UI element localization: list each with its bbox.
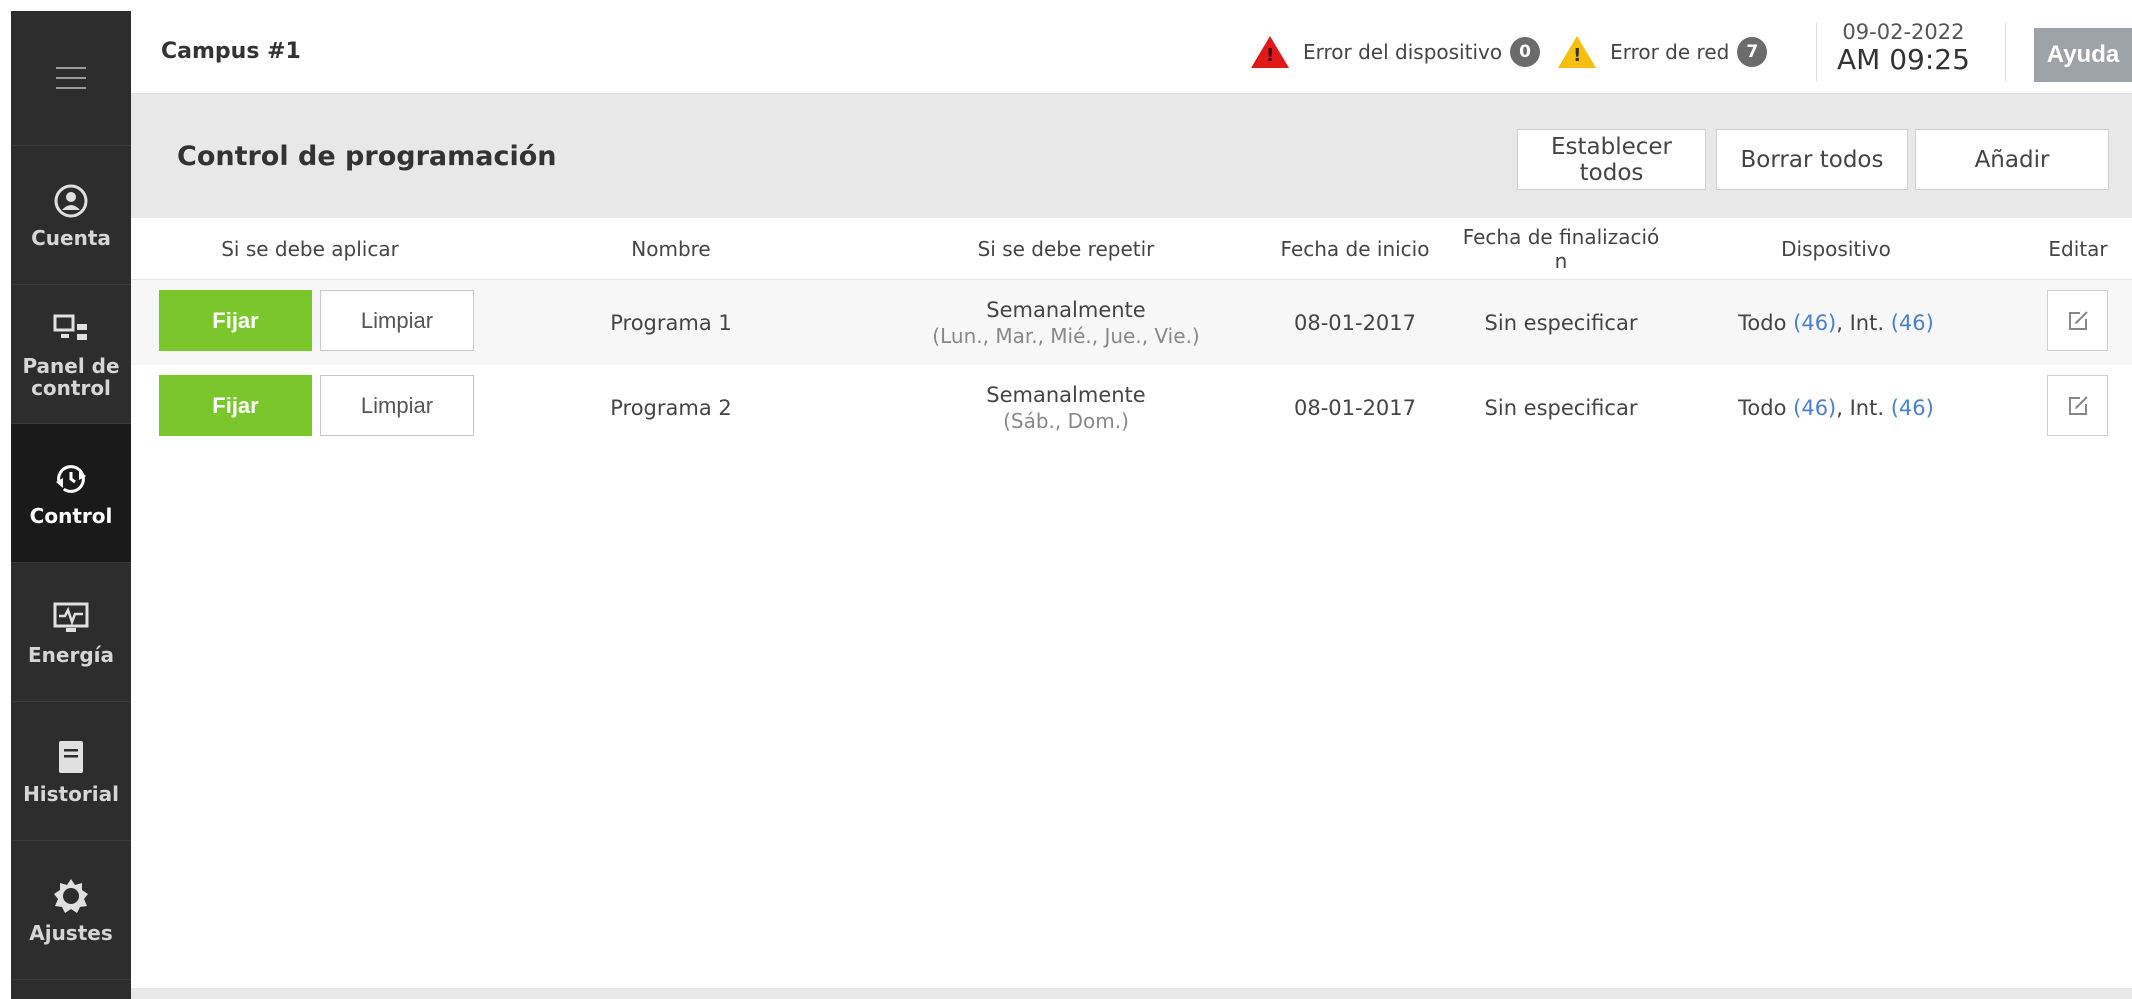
start-date: 08-01-2017: [1293, 395, 1417, 420]
network-error-label[interactable]: Error de red: [1610, 40, 1729, 64]
table-header: Si se debe aplicar Nombre Si se debe rep…: [131, 218, 2132, 280]
sidebar-item-settings[interactable]: Ajustes: [11, 841, 131, 980]
datetime: 09-02-2022 AM 09:25: [1837, 19, 1970, 75]
help-button[interactable]: Ayuda: [2034, 28, 2132, 82]
device-int-count-link[interactable]: (46): [1891, 310, 1934, 336]
edit-icon: [2068, 310, 2088, 330]
device-error-icon: [1251, 36, 1289, 68]
device-int-label: Int.: [1849, 310, 1885, 335]
device-error-count-badge: 0: [1510, 37, 1541, 67]
column-header-repeat: Si se debe repetir: [977, 237, 1155, 261]
device-int-count-link[interactable]: (46): [1891, 395, 1934, 421]
repeat-days: (Lun., Mar., Mié., Jue., Vie.): [932, 323, 1200, 348]
sidebar-item-account[interactable]: Cuenta: [11, 146, 131, 285]
divider: [1816, 23, 1817, 81]
account-icon: [51, 181, 91, 221]
column-header-device: Dispositivo: [1781, 237, 1891, 261]
device-error-label[interactable]: Error del dispositivo: [1303, 40, 1502, 64]
sidebar-item-label: Control: [29, 504, 113, 528]
clear-button[interactable]: Limpiar: [320, 375, 474, 436]
column-header-end-date: Fecha de finalizació n: [1462, 225, 1660, 273]
column-header-edit: Editar: [2048, 237, 2108, 261]
bottom-border: [131, 988, 2132, 999]
sidebar-item-label: Panel de control: [22, 354, 120, 400]
repeat-days: (Sáb., Dom.): [1003, 408, 1129, 433]
status-indicators: Error del dispositivo 0 Error de red 7: [1251, 36, 1785, 68]
page-title: Control de programación: [177, 141, 557, 172]
hamburger-icon: [56, 67, 86, 89]
set-button[interactable]: Fijar: [159, 290, 312, 351]
settings-icon: [51, 876, 91, 916]
repeat-cell: Semanalmente (Sáb., Dom.): [901, 365, 1231, 450]
dashboard-icon: [51, 309, 91, 349]
current-date: 09-02-2022: [1842, 20, 1965, 44]
edit-button[interactable]: [2047, 375, 2108, 436]
repeat-frequency: Semanalmente: [986, 297, 1146, 322]
set-button[interactable]: Fijar: [159, 375, 312, 436]
repeat-frequency: Semanalmente: [986, 382, 1146, 407]
top-header: Campus #1 Error del dispositivo 0 Error …: [131, 11, 2132, 94]
control-icon: [51, 459, 91, 499]
device-cell: Todo (46), Int. (46): [1738, 395, 1934, 421]
network-error-count-badge: 7: [1737, 37, 1768, 67]
table-row: Fijar Limpiar Programa 1 Semanalmente (L…: [131, 280, 2132, 365]
campus-name: Campus #1: [161, 39, 301, 64]
sidebar-item-label: Ajustes: [29, 921, 113, 945]
device-int-label: Int.: [1849, 395, 1885, 420]
schedule-name: Programa 2: [610, 395, 732, 420]
sidebar-item-history[interactable]: Historial: [11, 702, 131, 841]
device-all-label: Todo: [1738, 310, 1787, 335]
column-header-start-date: Fecha de inicio: [1280, 237, 1430, 261]
sidebar: Cuenta Panel de control Control Energía …: [11, 11, 131, 999]
end-date: Sin especificar: [1484, 310, 1638, 335]
sidebar-item-control[interactable]: Control: [11, 424, 131, 563]
edit-icon: [2068, 395, 2088, 415]
network-warning-icon: [1558, 36, 1597, 68]
menu-button[interactable]: [11, 11, 131, 146]
set-all-button[interactable]: Establecer todos: [1517, 129, 1706, 190]
device-cell: Todo (46), Int. (46): [1738, 310, 1934, 336]
column-header-apply: Si se debe aplicar: [221, 237, 399, 261]
clear-all-button[interactable]: Borrar todos: [1716, 129, 1908, 190]
end-date: Sin especificar: [1484, 395, 1638, 420]
sidebar-item-label: Cuenta: [31, 226, 111, 250]
device-all-label: Todo: [1738, 395, 1787, 420]
energy-icon: [51, 598, 91, 638]
sidebar-item-energy[interactable]: Energía: [11, 563, 131, 702]
edit-button[interactable]: [2047, 290, 2108, 351]
start-date: 08-01-2017: [1293, 310, 1417, 335]
device-all-count-link[interactable]: (46): [1793, 395, 1836, 421]
page-title-bar: Control de programación Establecer todos…: [131, 94, 2132, 218]
history-icon: [51, 737, 91, 777]
sidebar-item-dashboard[interactable]: Panel de control: [11, 285, 131, 424]
device-all-count-link[interactable]: (46): [1793, 310, 1836, 336]
column-header-name: Nombre: [631, 237, 711, 261]
repeat-cell: Semanalmente (Lun., Mar., Mié., Jue., Vi…: [901, 280, 1231, 365]
clear-button[interactable]: Limpiar: [320, 290, 474, 351]
add-button[interactable]: Añadir: [1915, 129, 2109, 190]
schedule-name: Programa 1: [610, 310, 732, 335]
table-row: Fijar Limpiar Programa 2 Semanalmente (S…: [131, 365, 2132, 450]
divider: [2005, 23, 2006, 81]
current-time: AM 09:25: [1837, 43, 1970, 76]
sidebar-item-label: Historial: [23, 782, 119, 806]
sidebar-item-label: Energía: [28, 643, 114, 667]
